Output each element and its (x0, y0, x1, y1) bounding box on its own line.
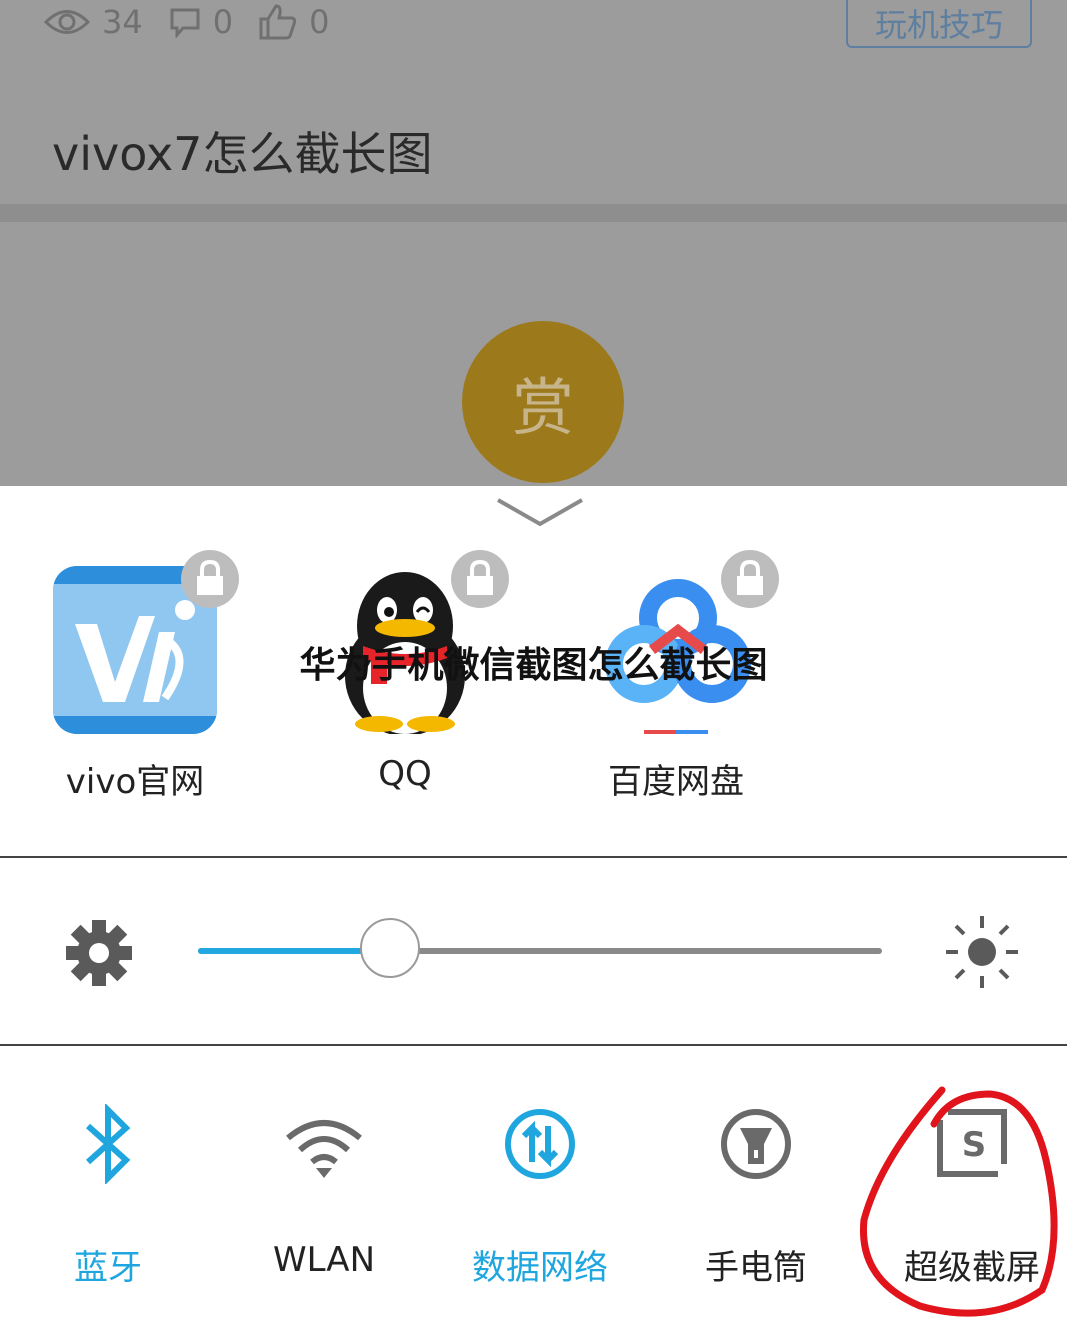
flashlight-icon (721, 1109, 791, 1179)
toggle-mobile-data[interactable]: 数据网络 (440, 1104, 640, 1289)
toggle-flashlight[interactable]: 手电筒 (656, 1104, 856, 1289)
app-label: QQ (378, 754, 432, 794)
comments-stat[interactable]: 0 (169, 3, 233, 41)
wifi-icon (286, 1120, 362, 1178)
toggle-bluetooth[interactable]: 蓝牙 (8, 1102, 208, 1289)
thumbs-up-icon (259, 4, 297, 40)
toggle-label: 手电筒 (705, 1248, 807, 1288)
lock-icon[interactable] (721, 550, 779, 608)
brightness-slider-handle[interactable] (359, 918, 420, 978)
brightness-slider[interactable] (198, 918, 882, 978)
mobile-data-icon (505, 1109, 575, 1179)
reward-button[interactable]: 赏 (462, 321, 624, 483)
likes-count: 0 (309, 3, 330, 41)
article-stats: 34 0 0 (44, 0, 355, 44)
comment-icon (170, 8, 200, 38)
chevron-down-icon[interactable] (494, 494, 586, 530)
lock-icon[interactable] (451, 550, 509, 608)
toggle-label: 蓝牙 (74, 1248, 142, 1288)
app-label: 百度网盘 (608, 762, 744, 802)
brightness-sun-icon (946, 916, 1018, 988)
views-stat: 34 (44, 3, 143, 41)
eye-icon (44, 10, 90, 34)
divider (0, 1044, 1067, 1046)
views-count: 34 (102, 3, 143, 41)
bluetooth-icon (85, 1102, 131, 1186)
toggle-label: WLAN (272, 1240, 376, 1280)
tag-button[interactable]: 玩机技巧 (846, 0, 1032, 48)
likes-stat[interactable]: 0 (259, 3, 329, 41)
divider (0, 856, 1067, 858)
toggle-label: 数据网络 (472, 1248, 608, 1288)
annotation-circle (859, 1086, 1058, 1317)
lock-icon[interactable] (181, 550, 239, 608)
toggle-wlan[interactable]: WLAN (224, 1104, 424, 1280)
article-title: vivox7怎么截长图 (52, 127, 433, 181)
settings-gear-icon[interactable] (64, 918, 134, 988)
overlay-title: 华为手机微信截图怎么截长图 (299, 645, 768, 686)
app-label: vivo官网 (65, 762, 205, 802)
section-divider (0, 204, 1067, 222)
comments-count: 0 (212, 3, 234, 41)
